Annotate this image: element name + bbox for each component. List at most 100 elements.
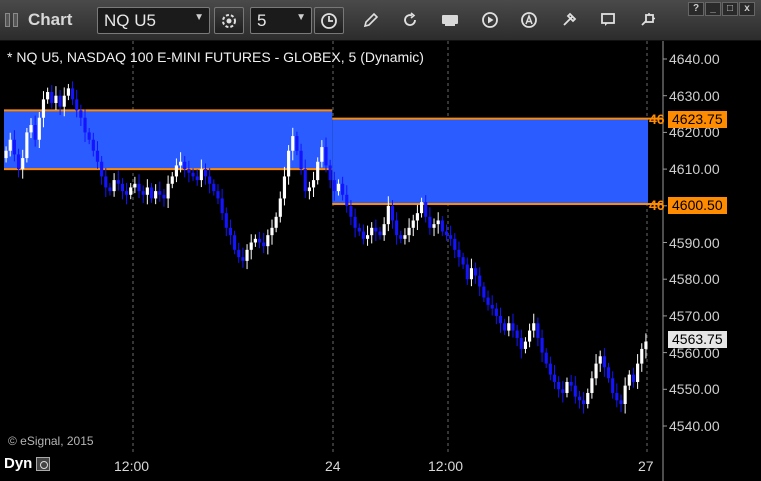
candle-body <box>345 194 349 206</box>
candle-body <box>216 191 220 199</box>
price-chart[interactable]: * NQ U5, NASDAQ 100 E-MINI FUTURES - GLO… <box>0 41 761 481</box>
candle-body <box>187 169 191 173</box>
chat-icon <box>601 13 615 26</box>
window-title-label: Chart <box>28 10 73 29</box>
chat-button[interactable] <box>597 9 619 31</box>
price-zone-2 <box>332 118 648 204</box>
alert-icon <box>521 12 537 28</box>
candle-body <box>444 231 449 236</box>
candle-body <box>561 389 565 393</box>
candle-body <box>353 216 357 228</box>
candle-body <box>137 183 141 192</box>
candle-body <box>370 227 374 236</box>
candle-body <box>124 191 129 195</box>
quote-button[interactable] <box>439 9 461 31</box>
candle-body <box>623 385 627 404</box>
candle-body <box>636 363 640 382</box>
candle-body <box>307 187 311 192</box>
candle-body <box>324 147 328 166</box>
candle-body <box>361 231 365 239</box>
dynamic-mode-toggle[interactable]: Dyn <box>4 455 51 472</box>
candle-body <box>166 183 170 199</box>
candle-body <box>25 132 29 159</box>
candle-body <box>473 268 478 276</box>
candle-body <box>112 180 116 192</box>
candle-body <box>453 238 457 250</box>
settings-gear-icon <box>222 13 236 28</box>
price-axis-label: 4570.00 <box>669 307 720 324</box>
candle-body <box>457 249 461 258</box>
candle-body <box>573 385 577 397</box>
candle-body <box>552 374 557 382</box>
chevron-down-icon[interactable]: ▼ <box>296 12 306 23</box>
chart-window-title[interactable]: Chart <box>4 9 72 31</box>
price-axis-label: 4540.00 <box>669 418 720 434</box>
candle-body <box>602 356 606 368</box>
refresh-button[interactable] <box>399 9 421 31</box>
help-button[interactable]: ? <box>688 2 704 16</box>
candle-body <box>62 95 66 107</box>
candle-body <box>627 374 631 386</box>
candle-body <box>528 330 532 342</box>
close-button[interactable]: x <box>739 2 755 16</box>
draw-tool-button[interactable] <box>360 9 382 31</box>
candle-body <box>87 132 91 140</box>
candle-body <box>582 400 586 404</box>
drag-grip-icon[interactable] <box>4 12 22 28</box>
alert-button[interactable] <box>518 9 540 31</box>
price-chart-svg[interactable] <box>0 41 761 481</box>
candle-body <box>129 187 133 195</box>
candle-body <box>494 308 498 316</box>
refresh-icon <box>404 12 416 26</box>
candle-body <box>120 183 124 192</box>
candle-body <box>482 286 486 298</box>
candle-body <box>191 172 195 177</box>
maximize-button[interactable]: □ <box>722 2 738 16</box>
candle-body <box>606 367 611 379</box>
candle-body <box>320 147 324 162</box>
candle-body <box>507 323 511 331</box>
chevron-down-icon[interactable]: ▼ <box>194 12 204 23</box>
symbol-settings-button[interactable] <box>214 7 244 34</box>
time-axis-label: 24 <box>325 458 341 474</box>
candle-body <box>523 341 528 349</box>
candle-body <box>436 220 440 225</box>
candle-body <box>237 249 241 258</box>
price-axis-label: 4640.00 <box>669 51 720 67</box>
candle-body <box>299 150 303 170</box>
play-button[interactable] <box>479 9 501 31</box>
candle-body <box>249 242 253 250</box>
candle-body <box>365 235 370 239</box>
candle-body <box>569 381 573 386</box>
interval-clock-button[interactable] <box>314 7 344 34</box>
candle-body <box>586 392 590 404</box>
candle-body <box>548 363 552 375</box>
price-axis-label: 4550.00 <box>669 381 720 398</box>
candle-body <box>12 139 16 155</box>
minimize-button[interactable]: _ <box>705 2 721 16</box>
candle-body <box>449 235 453 239</box>
link-button[interactable] <box>637 9 659 31</box>
dynamic-label: Dyn <box>4 455 33 472</box>
price-axis-label: 4580.00 <box>669 271 720 288</box>
candle-body <box>378 231 382 236</box>
tools-button[interactable] <box>558 9 580 31</box>
interval-combobox[interactable]: 5 ▼ <box>250 7 312 34</box>
upper-level-stub: 46 <box>649 111 665 127</box>
candle-body <box>540 337 544 353</box>
candle-body <box>33 125 37 140</box>
candle-body <box>461 257 465 265</box>
candle-body <box>536 323 540 338</box>
candle-body <box>469 268 473 280</box>
candle-body <box>311 180 316 188</box>
candle-body <box>212 183 216 192</box>
tools-icon <box>563 12 577 26</box>
reset-scale-icon[interactable] <box>36 456 51 471</box>
candle-body <box>332 180 336 192</box>
candle-body <box>253 238 257 243</box>
symbol-value: NQ U5 <box>104 11 156 30</box>
candle-body <box>424 202 428 217</box>
symbol-combobox[interactable]: NQ U5 ▼ <box>97 7 210 34</box>
candle-body <box>91 139 95 151</box>
lower-level-tag: 4600.50 <box>668 197 727 214</box>
